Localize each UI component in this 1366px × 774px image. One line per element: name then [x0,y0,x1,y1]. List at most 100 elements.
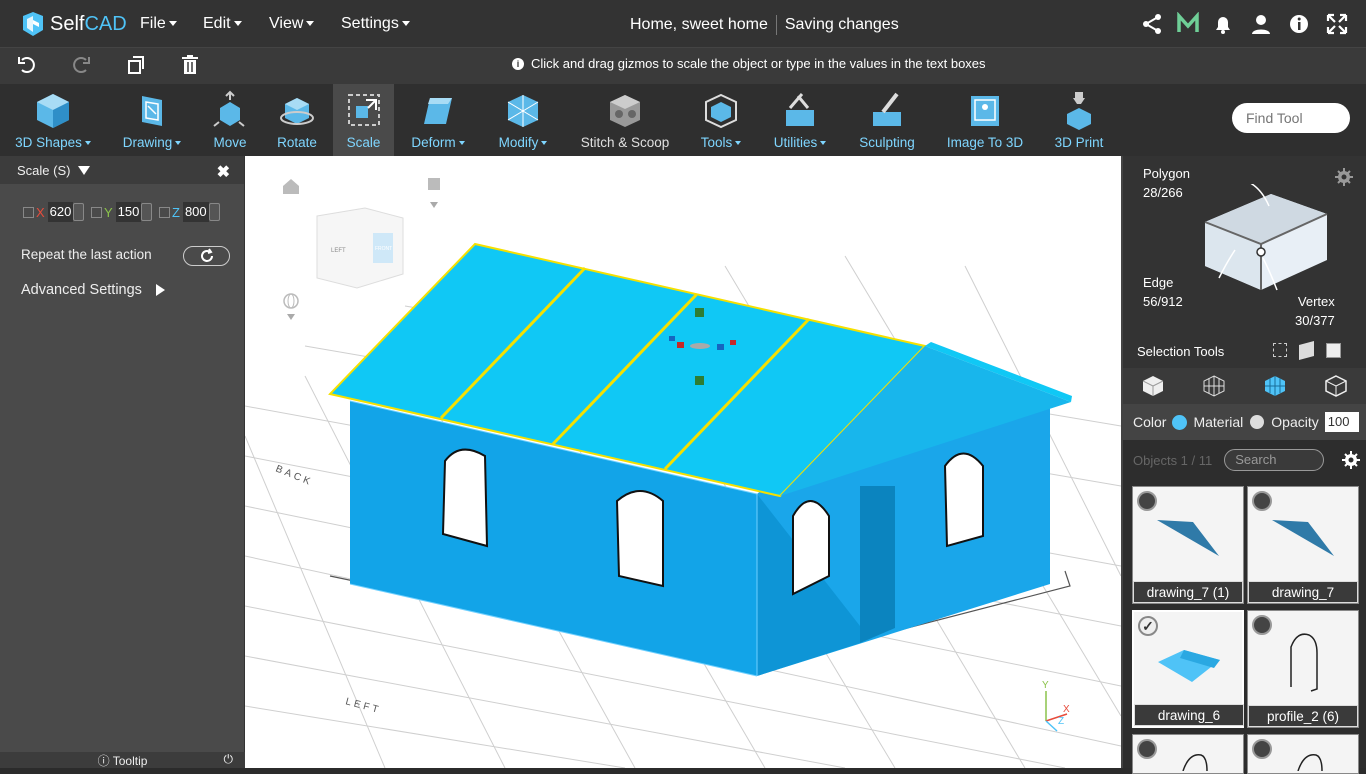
project-title-area: Home, sweet home Saving changes [630,15,899,35]
object-card[interactable]: profile_2 (6) [1247,610,1359,728]
m-app-icon[interactable] [1176,12,1200,36]
selection-tools-label: Selection Tools [1137,344,1225,359]
tool-deform[interactable]: Deform [405,84,471,156]
view-cube[interactable]: LEFT FRONT [316,207,404,289]
object-search-input[interactable]: Search [1224,449,1325,471]
user-icon[interactable] [1249,12,1273,36]
object-select-checkbox[interactable] [1137,739,1157,759]
object-select-checkbox[interactable] [1252,491,1272,511]
object-name: drawing_7 [1248,581,1358,603]
advanced-settings-toggle[interactable]: Advanced Settings [21,282,165,298]
object-card[interactable] [1132,734,1244,774]
object-card[interactable]: drawing_7 [1247,486,1359,604]
x-stepper[interactable] [73,203,85,221]
object-thumbnail [1272,520,1334,556]
camera-projection-icon[interactable] [428,178,440,208]
scale-panel-header[interactable]: Scale (S) [0,156,244,184]
tool-image-to-3d[interactable]: Image To 3D [941,84,1029,156]
tool-modify[interactable]: Modify [492,84,554,156]
tool-drawing[interactable]: Drawing [113,84,191,156]
tool-3d-shapes[interactable]: 3D Shapes [8,84,98,156]
gear-icon[interactable] [1335,168,1353,186]
expand-arrow-icon [155,284,165,296]
scene-canvas[interactable]: BACK LEFT LEFT FRONT Y X Z [245,156,1121,768]
tool-move[interactable]: Move [202,84,258,156]
selfcad-logo[interactable]: Self CAD [20,10,127,38]
object-select-checkbox[interactable] [1137,491,1157,511]
y-stepper[interactable] [141,203,153,221]
repeat-button[interactable] [183,246,230,266]
polygon-mode[interactable]: Polygon 28/266 [1143,164,1190,202]
undo-icon[interactable] [16,54,38,76]
object-card[interactable]: drawing_7 (1) [1132,486,1244,604]
object-card[interactable] [1247,734,1359,774]
z-lock-checkbox[interactable] [159,206,170,218]
box-select-icon[interactable] [1273,343,1287,357]
tool-label: 3D Shapes [8,135,98,150]
share-icon[interactable] [1140,12,1164,36]
3d-print-icon [1067,92,1091,130]
tool-rotate[interactable]: Rotate [268,84,326,156]
close-icon[interactable]: ✖ [217,162,230,182]
object-card-selected[interactable]: ✓ drawing_6 [1132,610,1244,728]
project-name[interactable]: Home, sweet home [630,16,768,33]
z-scale-field: Z 800 [159,202,220,222]
object-thumbnail [1157,520,1219,556]
info-icon[interactable] [1287,12,1311,36]
y-value-input[interactable]: 150 [115,202,142,222]
copy-icon[interactable] [125,54,147,76]
dropdown-caret-icon[interactable] [78,165,91,175]
object-select-checkbox[interactable]: ✓ [1138,616,1158,636]
tooltip-toggle-icon[interactable]: ⏻ [224,752,234,767]
deform-icon [424,98,452,124]
opacity-input[interactable]: 100 [1324,412,1359,432]
edge-mode[interactable]: Edge 56/912 [1143,273,1183,311]
move-icon [213,90,245,127]
wireframe-view-icon[interactable] [1202,374,1226,398]
find-tool-input[interactable] [1232,103,1350,133]
tool-tools[interactable]: Tools [694,84,748,156]
fullscreen-icon[interactable] [1325,12,1349,36]
z-stepper[interactable] [208,203,220,221]
brand-self: Self [50,12,85,35]
menu-settings[interactable]: Settings [341,15,410,33]
y-lock-checkbox[interactable] [91,206,102,218]
material-icon[interactable] [1250,415,1265,429]
tool-label: Image To 3D [946,135,1024,150]
object-select-checkbox[interactable] [1252,615,1272,635]
view-cube-front-label: FRONT [375,246,392,252]
3d-viewport[interactable]: BACK LEFT LEFT FRONT Y X Z [245,156,1121,768]
material-label[interactable]: Material [1193,414,1243,430]
xray-view-icon[interactable] [1324,374,1348,398]
trash-icon[interactable] [179,54,201,76]
menu-view[interactable]: View [269,15,314,33]
tool-utilities[interactable]: Utilities [767,84,833,156]
tool-stitch-scoop[interactable]: Stitch & Scoop [576,84,674,156]
object-settings-gear-icon[interactable] [1342,451,1361,469]
mesh-view-icon[interactable] [1263,374,1287,398]
tool-scale[interactable]: Scale [333,84,394,156]
solid-view-icon[interactable] [1141,374,1165,398]
menu-file[interactable]: File [140,15,177,33]
tooltip-bar[interactable]: ⓘ Tooltip ⏻ [0,752,245,768]
object-select-checkbox[interactable] [1252,739,1272,759]
tool-label: Move [213,135,247,150]
select-by-object-icon[interactable] [1299,340,1314,361]
x-value-input[interactable]: 620 [47,202,74,222]
objects-header: Objects 1 / 11 Search [1123,440,1366,480]
color-swatch[interactable] [1172,414,1188,430]
redo-icon[interactable] [70,54,92,76]
tool-label: Drawing [113,135,191,150]
home-view-icon[interactable] [283,179,299,194]
orbit-icon[interactable] [283,293,299,320]
select-all-icon[interactable] [1326,343,1341,358]
menu-edit[interactable]: Edit [203,15,242,33]
x-lock-checkbox[interactable] [23,206,34,218]
bell-icon[interactable] [1211,12,1235,36]
tool-sculpting[interactable]: Sculpting [855,84,919,156]
tool-3d-print[interactable]: 3D Print [1048,84,1110,156]
object-name: profile_2 (6) [1248,705,1358,727]
repeat-label: Repeat the last action [21,247,152,262]
z-value-input[interactable]: 800 [182,202,209,222]
view-mode-tabs [1123,368,1366,404]
